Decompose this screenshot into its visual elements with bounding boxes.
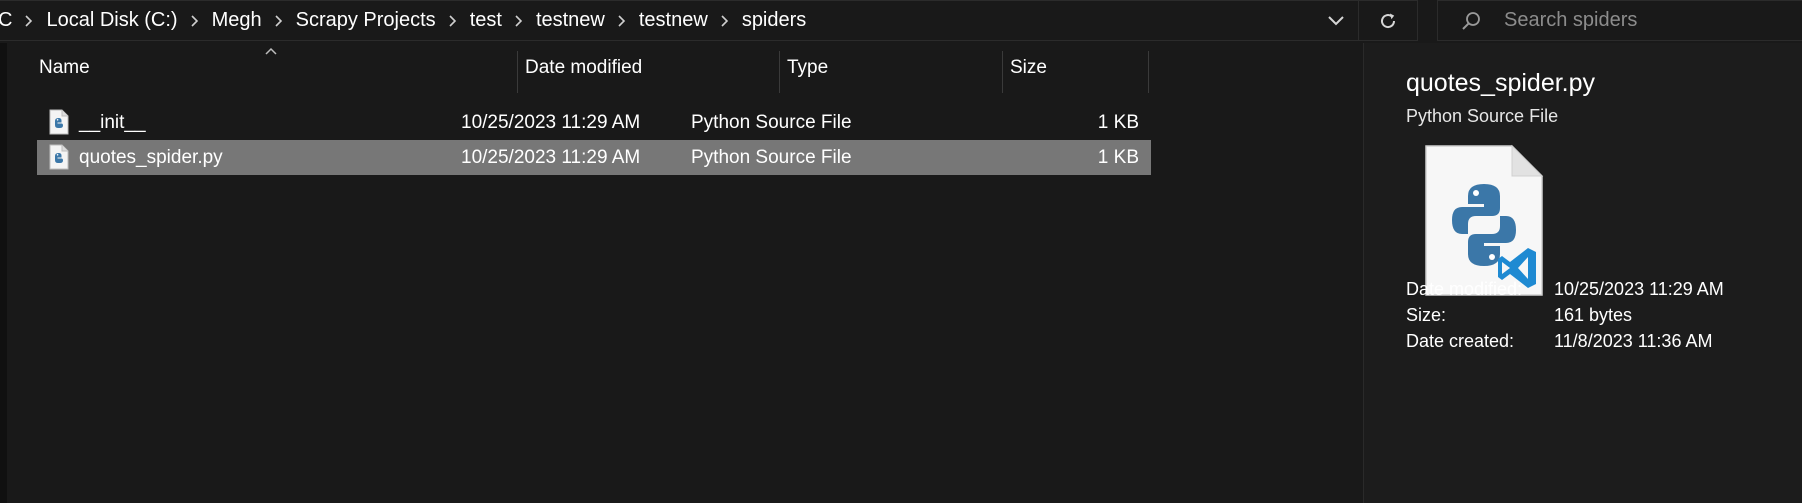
breadcrumb-item-testnew[interactable]: testnew (532, 9, 609, 32)
file-explorer-window: C Local Disk (C:) Megh Scrapy Projects t… (0, 0, 1802, 503)
address-bar[interactable]: C Local Disk (C:) Megh Scrapy Projects t… (0, 0, 1418, 41)
property-value-date-created: 11/8/2023 11:36 AM (1554, 331, 1713, 351)
property-label: Size: (1406, 305, 1447, 325)
details-pane: quotes_spider.py Python Source File Date… (1363, 43, 1802, 503)
breadcrumb-item-test[interactable]: test (466, 9, 506, 32)
chevron-right-icon[interactable] (182, 14, 208, 27)
search-box[interactable] (1437, 0, 1802, 41)
refresh-icon (1381, 13, 1396, 28)
column-header-type[interactable]: Type (783, 43, 1003, 93)
refresh-button[interactable] (1358, 1, 1417, 40)
property-label: Date created: (1406, 331, 1515, 351)
breadcrumb: C Local Disk (C:) Megh Scrapy Projects t… (0, 1, 1314, 40)
search-input[interactable] (1504, 1, 1802, 40)
column-divider[interactable] (1002, 51, 1003, 93)
file-date-modified: 10/25/2023 11:29 AM (461, 146, 641, 168)
file-type: Python Source File (691, 146, 852, 168)
details-file-name: quotes_spider.py (1406, 69, 1596, 97)
navigation-pane-edge (0, 43, 7, 503)
search-icon (1438, 11, 1504, 31)
breadcrumb-item-spiders[interactable]: spiders (738, 9, 810, 32)
breadcrumb-item-megh[interactable]: Megh (208, 9, 266, 32)
file-row[interactable]: __init__ 10/25/2023 11:29 AM Python Sour… (37, 105, 1151, 140)
chevron-right-icon[interactable] (609, 14, 635, 27)
file-name: __init__ (79, 111, 146, 133)
python-vscode-file-icon (1425, 144, 1544, 296)
file-list: Name Date modified Type Size __init__ 10… (7, 43, 1363, 503)
property-label: Date modified: (1406, 279, 1523, 299)
property-value-size: 161 bytes (1554, 305, 1633, 325)
column-divider[interactable] (517, 51, 518, 93)
column-divider[interactable] (779, 51, 780, 93)
chevron-right-icon[interactable] (266, 14, 292, 27)
navigation-bar: C Local Disk (C:) Megh Scrapy Projects t… (0, 0, 1802, 43)
breadcrumb-item-local-disk[interactable]: Local Disk (C:) (42, 9, 181, 32)
file-name: quotes_spider.py (79, 146, 223, 168)
chevron-right-icon[interactable] (712, 14, 738, 27)
python-file-icon (49, 144, 69, 170)
chevron-right-icon[interactable] (506, 14, 532, 27)
file-size: 1 KB (1097, 111, 1139, 133)
file-type: Python Source File (691, 111, 852, 133)
details-file-type: Python Source File (1406, 106, 1559, 126)
breadcrumb-item-root[interactable]: C (0, 9, 16, 32)
file-row-selected[interactable]: quotes_spider.py 10/25/2023 11:29 AM Pyt… (37, 140, 1151, 175)
column-header-name[interactable]: Name (35, 43, 517, 93)
column-divider[interactable] (1148, 51, 1149, 93)
column-header-date-modified[interactable]: Date modified (521, 43, 755, 93)
file-size: 1 KB (1097, 146, 1139, 168)
breadcrumb-item-testnew-inner[interactable]: testnew (635, 9, 712, 32)
column-header-size[interactable]: Size (1006, 43, 1152, 93)
column-header-row: Name Date modified Type Size (7, 43, 1155, 93)
chevron-down-icon (1328, 15, 1344, 25)
python-file-icon (49, 109, 69, 135)
address-history-button[interactable] (1314, 1, 1358, 40)
file-date-modified: 10/25/2023 11:29 AM (461, 111, 641, 133)
breadcrumb-item-scrapy-projects[interactable]: Scrapy Projects (292, 9, 440, 32)
chevron-right-icon[interactable] (440, 14, 466, 27)
property-value-date-modified: 10/25/2023 11:29 AM (1554, 279, 1724, 299)
chevron-right-icon[interactable] (16, 14, 42, 27)
